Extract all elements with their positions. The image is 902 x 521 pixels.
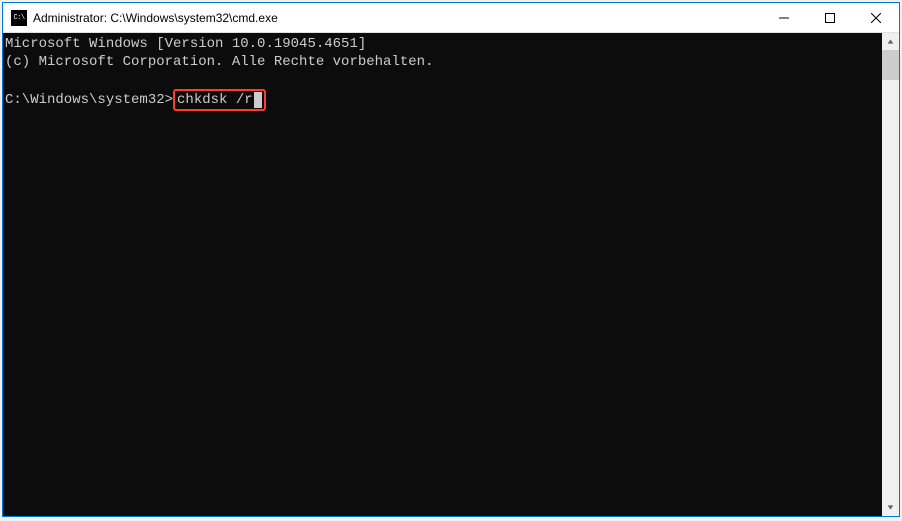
window-title: Administrator: C:\Windows\system32\cmd.e… xyxy=(33,11,761,25)
scroll-thumb[interactable] xyxy=(882,50,899,80)
scroll-up-button[interactable] xyxy=(882,33,899,50)
maximize-icon xyxy=(825,13,835,23)
version-line: Microsoft Windows [Version 10.0.19045.46… xyxy=(5,35,882,53)
blank-line xyxy=(5,71,882,89)
cmd-icon: C:\ xyxy=(11,10,27,26)
scroll-down-button[interactable] xyxy=(882,499,899,516)
copyright-line: (c) Microsoft Corporation. Alle Rechte v… xyxy=(5,53,882,71)
terminal-area: Microsoft Windows [Version 10.0.19045.46… xyxy=(3,33,899,516)
prompt-line: C:\Windows\system32>chkdsk /r xyxy=(5,89,882,111)
minimize-icon xyxy=(779,13,789,23)
cursor xyxy=(254,92,262,108)
command-text: chkdsk /r xyxy=(177,92,253,108)
prompt-text: C:\Windows\system32> xyxy=(5,92,173,108)
close-icon xyxy=(871,13,881,23)
chevron-up-icon xyxy=(887,38,894,45)
chevron-down-icon xyxy=(887,504,894,511)
command-highlight: chkdsk /r xyxy=(173,89,266,111)
scroll-track[interactable] xyxy=(882,50,899,499)
maximize-button[interactable] xyxy=(807,3,853,32)
vertical-scrollbar[interactable] xyxy=(882,33,899,516)
terminal-output[interactable]: Microsoft Windows [Version 10.0.19045.46… xyxy=(3,33,882,516)
minimize-button[interactable] xyxy=(761,3,807,32)
cmd-window: C:\ Administrator: C:\Windows\system32\c… xyxy=(2,2,900,517)
titlebar[interactable]: C:\ Administrator: C:\Windows\system32\c… xyxy=(3,3,899,33)
window-controls xyxy=(761,3,899,32)
close-button[interactable] xyxy=(853,3,899,32)
